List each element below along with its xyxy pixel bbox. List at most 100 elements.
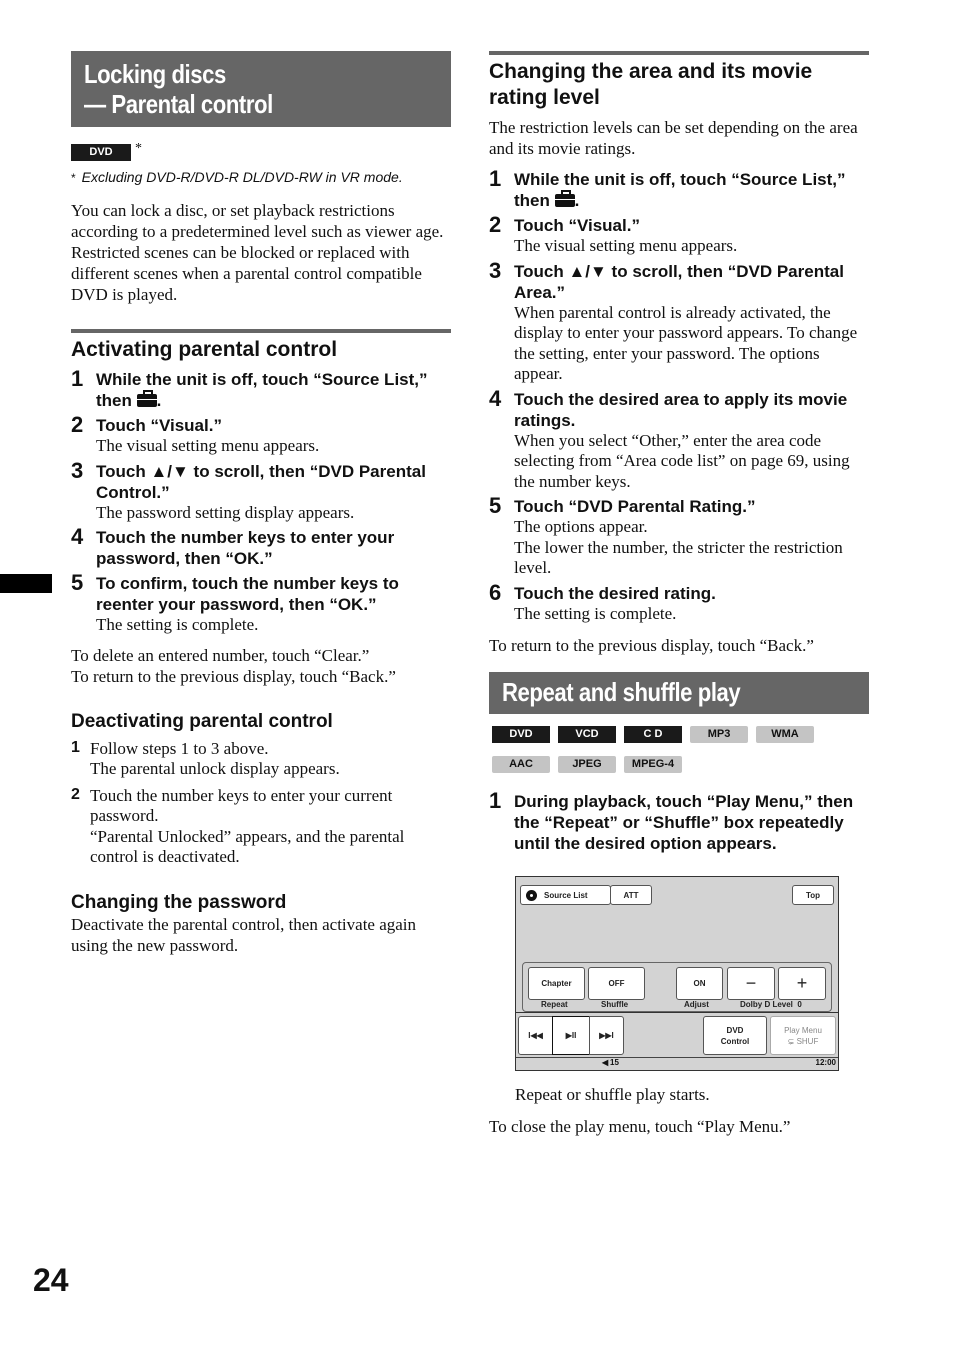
step-number: 5 (489, 493, 502, 518)
play-menu-panel: Chapter OFF ON − + Repeat Shuffle Adjust… (522, 962, 832, 1012)
clock: 12:00 (815, 1058, 836, 1067)
step-number: 2 (489, 212, 502, 237)
area-step-4: 4 Touch the desired area to apply its mo… (489, 385, 869, 493)
deactivate-step-1: 1 Follow steps 1 to 3 above. The parental… (71, 739, 451, 780)
step-number: 3 (489, 257, 502, 283)
section-title-line1: Locking discs (84, 59, 226, 89)
step-text: Touch the number keys to enter your curr… (90, 785, 393, 826)
activate-step-2: 2 Touch “Visual.” The visual setting menu… (71, 412, 451, 457)
step-number: 5 (71, 570, 84, 595)
note-clear: To delete an entered number, touch “Clea… (71, 645, 370, 665)
step-title-end: . (574, 191, 580, 210)
activate-step-5: 5 To confirm, touch the number keys to r… (71, 570, 451, 636)
step-number: 1 (489, 166, 502, 191)
step-title-end: . (156, 391, 162, 410)
play-menu-button[interactable]: Play Menu ⊊ SHUF (770, 1016, 836, 1055)
step-title: During playback, touch “Play Menu,” then… (514, 792, 854, 853)
badge-dvd: DVD (492, 726, 550, 743)
step-number: 2 (71, 412, 84, 437)
deactivate-step-2: 2 Touch the number keys to enter your cu… (71, 786, 451, 868)
dolby-level-label: Dolby D Level 0 (740, 1000, 802, 1009)
disc-icon (526, 889, 537, 901)
toolbox-icon (136, 390, 157, 407)
play-menu-line1: Play Menu (784, 1025, 822, 1035)
heading-activating: Activating parental control (71, 338, 338, 361)
dvd-control-button[interactable]: DVD Control (703, 1016, 767, 1055)
step-desc: The parental unlock display appears. (90, 759, 340, 778)
step-desc: The visual setting menu appears. (96, 436, 320, 455)
section-title: Repeat and shuffle play (502, 677, 741, 707)
play-menu-screen-illustration: Source List ATT Top Chapter OFF ON − + R… (515, 876, 839, 1071)
left-column: Locking discs — Parental control DVD * * E… (71, 51, 451, 956)
step-desc: The setting is complete. (514, 603, 677, 623)
heading-area-rating: Changing the area and its movie rating l… (489, 60, 813, 109)
step-desc: The setting is complete. (96, 615, 259, 634)
intro-paragraph: You can lock a disc, or set playback res… (71, 201, 444, 304)
footnote-text: Excluding DVD-R/DVD-R DL/DVD-RW in VR mo… (81, 169, 403, 185)
step-number: 1 (71, 738, 80, 756)
activate-step-4: 4 Touch the number keys to enter your pa… (71, 526, 451, 569)
footnote-mark: * (71, 171, 76, 185)
play-pause-button[interactable]: ▶II (552, 1016, 590, 1055)
badge-cd: C D (624, 726, 682, 743)
step-title: Touch the desired rating. (514, 583, 716, 603)
play-menu-line2: ⊊ SHUF (787, 1036, 819, 1046)
badge-wma: WMA (756, 726, 814, 743)
step-title: Touch “DVD Parental Rating.” (514, 497, 756, 516)
step-desc: The visual setting menu appears. (514, 236, 738, 255)
section-title-line2: — Parental control (84, 89, 273, 119)
repeat-button[interactable]: Chapter (528, 967, 585, 1000)
format-badges-row1: DVD VCD C D MP3 WMA (492, 724, 869, 743)
repeat-label: Repeat (541, 1000, 568, 1009)
toolbox-icon (554, 190, 575, 207)
source-list-button[interactable]: Source List (520, 885, 611, 905)
activate-step-1: 1 While the unit is off, touch “Source L… (71, 366, 451, 411)
badge-aac: AAC (492, 756, 550, 773)
heading-deactivating: Deactivating parental control (71, 710, 333, 732)
shuffle-label: Shuffle (601, 1000, 629, 1009)
top-button[interactable]: Top (792, 885, 834, 905)
step-number: 1 (71, 366, 84, 391)
section-title-banner-repeat: Repeat and shuffle play (489, 672, 869, 714)
area-step-5: 5 Touch “DVD Parental Rating.” The option… (489, 493, 869, 579)
area-step-6: 6 Touch the desired rating. The setting i… (489, 579, 869, 625)
page-number: 24 (33, 1262, 69, 1298)
dvd-control-line2: Control (720, 1036, 750, 1046)
step-desc: When parental control is already activat… (514, 302, 858, 384)
volume-icon: ◀ (602, 1058, 609, 1067)
badge-dvd: DVD (71, 144, 131, 161)
badge-jpeg: JPEG (558, 756, 616, 773)
disc-badges: DVD * (71, 141, 451, 161)
step-desc: “Parental Unlocked” appears, and the par… (90, 826, 405, 867)
badge-asterisk: * (135, 141, 142, 156)
step-number: 1 (489, 788, 502, 813)
volume-level: 15 (610, 1058, 619, 1067)
level-plus-button[interactable]: + (778, 967, 826, 1000)
badge-vcd: VCD (558, 726, 616, 743)
step-title: Touch ▲/▼ to scroll, then “DVD Parental … (514, 261, 844, 302)
step-title: Touch ▲/▼ to scroll, then “DVD Parental … (96, 461, 426, 502)
repeat-step-1: 1 During playback, touch “Play Menu,” th… (489, 788, 869, 854)
section-title-banner: Locking discs — Parental control (71, 51, 451, 127)
shuffle-button[interactable]: OFF (588, 967, 645, 1000)
footnote: * Excluding DVD-R/DVD-R DL/DVD-RW in VR m… (71, 168, 451, 187)
transport-bar: I◀◀ ▶II ▶▶I DVD Control Play Menu ⊊ SHUF (516, 1012, 838, 1059)
previous-track-button[interactable]: I◀◀ (518, 1016, 553, 1055)
badge-mp3: MP3 (690, 726, 748, 743)
step-text: Follow steps 1 to 3 above. (90, 738, 269, 758)
area-intro: The restriction levels can be set depend… (489, 118, 858, 158)
section-rule (71, 329, 451, 333)
next-track-button[interactable]: ▶▶I (589, 1016, 624, 1055)
format-badges-row2: AAC JPEG MPEG-4 (492, 754, 869, 773)
att-button[interactable]: ATT (610, 885, 652, 905)
step-desc: When you select “Other,” enter the area … (514, 430, 850, 491)
step-number: 4 (489, 385, 502, 411)
step-title: To confirm, touch the number keys to ree… (96, 574, 399, 614)
step-title: Touch the number keys to enter your pass… (96, 528, 395, 568)
area-step-3: 3 Touch ▲/▼ to scroll, then “DVD Parenta… (489, 257, 869, 385)
adjust-button[interactable]: ON (676, 967, 723, 1000)
step-number: 6 (489, 579, 502, 605)
section-rule (489, 51, 869, 55)
level-minus-button[interactable]: − (727, 967, 775, 1000)
right-column: Changing the area and its movie rating l… (489, 51, 869, 1137)
